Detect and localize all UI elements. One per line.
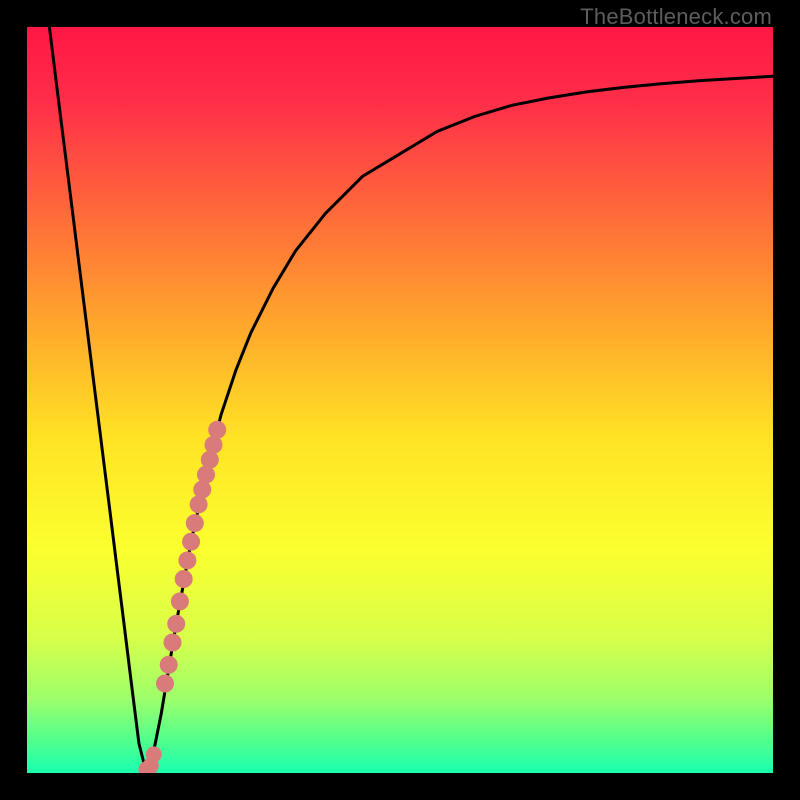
marker-dot [208,421,226,439]
marker-dot [182,533,200,551]
marker-dot [186,514,204,532]
marker-dot [146,746,162,762]
marker-dot [160,656,178,674]
marker-dot [156,675,174,693]
watermark-text: TheBottleneck.com [580,4,772,30]
bottleneck-chart [27,27,773,773]
gradient-background [27,27,773,773]
marker-dot [171,592,189,610]
marker-dot [164,634,182,652]
marker-dot [178,551,196,569]
marker-dot [175,570,193,588]
marker-dot [167,615,185,633]
marker-dot [205,436,223,454]
plot-frame [27,27,773,773]
